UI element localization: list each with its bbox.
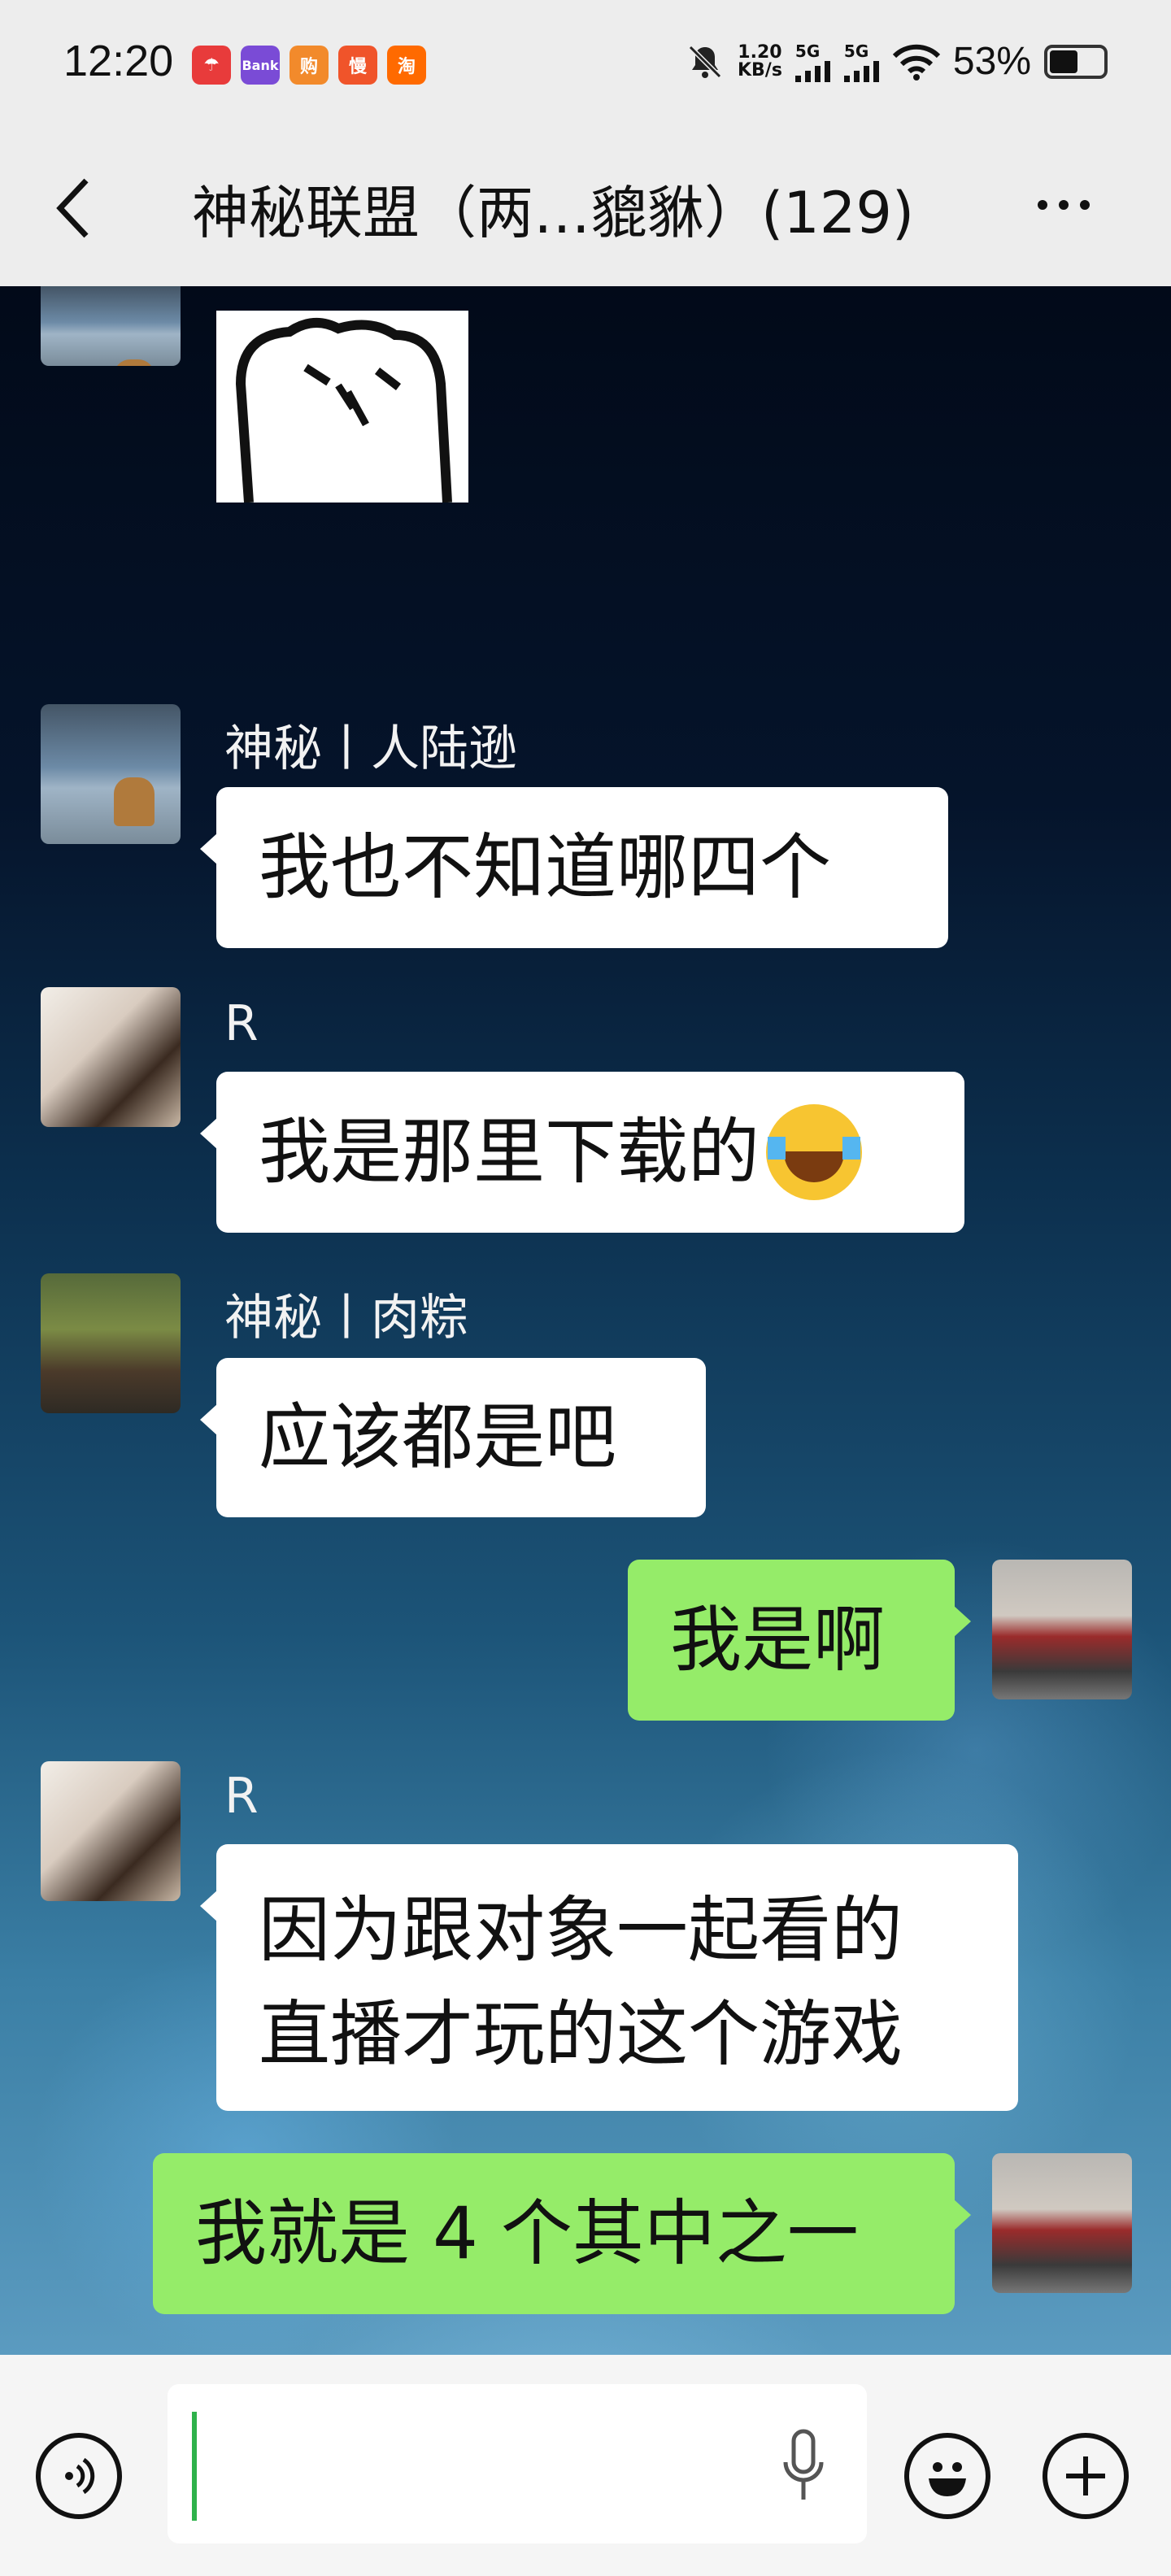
- message-text: 我是那里下载的: [259, 1110, 760, 1194]
- message-text-line: 因为跟对象一起看的: [259, 1888, 903, 1972]
- sender-name: R: [224, 995, 259, 1052]
- sender-name: 神秘丨肉粽: [224, 1290, 468, 1347]
- notification-app-icons: ☂ Bank 购 慢 淘: [192, 46, 426, 85]
- more-functions-button[interactable]: [1043, 2433, 1129, 2519]
- message-text: 我是啊: [670, 1598, 886, 1682]
- mic-icon[interactable]: [779, 2426, 828, 2504]
- message-bubble[interactable]: 应该都是吧: [200, 1358, 706, 1517]
- app-notification-icon: 购: [289, 46, 329, 85]
- app-notification-icon: 淘: [387, 46, 426, 85]
- app-notification-icon: 慢: [338, 46, 377, 85]
- message-text-line: 直播才玩的这个游戏: [259, 1992, 903, 2076]
- signal-bars-icon: [843, 60, 879, 82]
- app-notification-icon: Bank: [241, 46, 280, 85]
- message-input[interactable]: [168, 2384, 867, 2543]
- status-indicators: 1.20 KB/s 5G 5G 53%: [686, 39, 1108, 84]
- mute-bell-icon: [688, 45, 722, 78]
- battery-percent: 53%: [952, 40, 1031, 83]
- emoji-button[interactable]: [904, 2433, 990, 2519]
- voice-button[interactable]: [36, 2433, 122, 2519]
- plus-icon: [1066, 2456, 1105, 2496]
- network-speed-value: 1.20: [738, 41, 782, 63]
- message-text: 应该都是吧: [259, 1395, 617, 1479]
- emoji-icon: [929, 2462, 966, 2496]
- text-cursor: [192, 2412, 197, 2521]
- avatar[interactable]: [992, 2153, 1132, 2293]
- message-text: 我就是 4 个其中之一: [195, 2191, 859, 2275]
- voice-icon: [65, 2457, 95, 2495]
- message-bubble[interactable]: 因为跟对象一起看的 直播才玩的这个游戏: [200, 1844, 1018, 2111]
- avatar[interactable]: [992, 1560, 1132, 1699]
- message-bubble[interactable]: 我是啊: [628, 1560, 971, 1721]
- message-bubble[interactable]: 我是那里下载的: [200, 1072, 964, 1233]
- app-notification-icon: ☂: [192, 46, 231, 85]
- laughing-tears-emoji-icon: [766, 1104, 863, 1200]
- avatar[interactable]: [41, 1273, 181, 1413]
- message-bubble[interactable]: 我就是 4 个其中之一: [153, 2153, 971, 2314]
- signal-label: 5G: [794, 41, 821, 61]
- sticker-image[interactable]: [216, 311, 468, 503]
- message-text: 我也不知道哪四个: [259, 825, 832, 909]
- sender-name: 神秘丨人陆逊: [224, 720, 517, 777]
- message-bubble[interactable]: 我也不知道哪四个: [200, 787, 948, 948]
- back-arrow-icon[interactable]: [54, 176, 94, 241]
- battery-icon: [1044, 44, 1108, 79]
- cartoon-bear-sticker-icon: [235, 317, 452, 503]
- status-time: 12:20: [63, 37, 174, 85]
- avatar[interactable]: [41, 286, 181, 366]
- sender-name: R: [224, 1768, 259, 1825]
- network-speed-unit: KB/s: [737, 59, 782, 80]
- avatar[interactable]: [41, 704, 181, 844]
- signal-5g-2: 5G: [843, 41, 880, 82]
- network-speed: 1.20 KB/s: [737, 41, 782, 80]
- signal-label: 5G: [843, 41, 869, 61]
- battery-level: [1050, 50, 1077, 73]
- avatar[interactable]: [41, 1761, 181, 1901]
- wifi-icon: [892, 44, 940, 80]
- chat-title: 神秘联盟（两…貔貅）(129): [192, 180, 915, 246]
- signal-5g-1: 5G: [794, 41, 831, 82]
- avatar[interactable]: [41, 987, 181, 1127]
- more-options-icon[interactable]: [1038, 189, 1111, 221]
- signal-bars-icon: [794, 60, 830, 82]
